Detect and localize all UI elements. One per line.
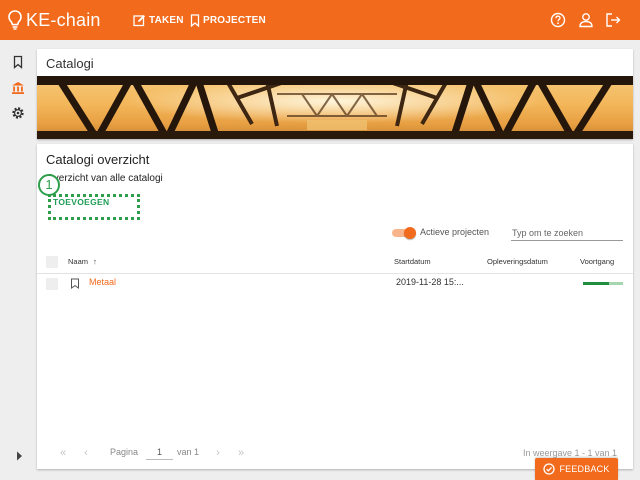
- page-label: Pagina: [110, 447, 139, 457]
- bookmark-icon: [190, 13, 200, 27]
- app-logo[interactable]: KE-chain: [8, 8, 101, 32]
- progress-bar-fill: [583, 282, 609, 285]
- toggle-knob: [404, 227, 416, 239]
- banner-title: Catalogi: [46, 56, 94, 71]
- pagination-summary: In weergave 1 - 1 van 1: [523, 448, 618, 458]
- catalog-start-date: 2019-11-28 15:...: [396, 277, 464, 287]
- top-bar: KE-chain TAKEN PROJECTEN: [0, 0, 640, 40]
- catalog-name-link[interactable]: Metaal: [89, 277, 116, 287]
- annotation-highlight: [48, 194, 140, 220]
- column-name-header[interactable]: Naam ↑: [68, 257, 97, 266]
- last-page-icon[interactable]: »: [235, 447, 247, 459]
- page-number-input[interactable]: [146, 444, 173, 460]
- progress-bar: [583, 282, 623, 285]
- search-input[interactable]: [511, 225, 623, 241]
- bookmark-icon[interactable]: [11, 55, 25, 69]
- bridge-illustration: [37, 76, 633, 139]
- active-projects-toggle[interactable]: [392, 227, 418, 239]
- previous-page-icon[interactable]: ‹: [80, 447, 92, 459]
- select-all-checkbox[interactable]: [46, 256, 58, 268]
- lightbulb-icon: [8, 10, 22, 30]
- settings-icon[interactable]: [11, 106, 25, 120]
- nav-projecten-label: PROJECTEN: [203, 14, 266, 26]
- overview-title: Catalogi overzicht: [46, 152, 150, 167]
- first-page-icon[interactable]: «: [57, 447, 69, 459]
- column-start-header: Startdatum: [394, 257, 431, 266]
- app-name: KE-chain: [26, 9, 101, 30]
- bookmark-icon[interactable]: [70, 278, 80, 289]
- user-icon[interactable]: [577, 11, 595, 29]
- help-icon[interactable]: [549, 11, 567, 29]
- feedback-icon: [543, 463, 556, 475]
- edit-icon: [133, 14, 145, 26]
- logout-icon[interactable]: [604, 11, 622, 29]
- feedback-label: FEEDBACK: [559, 464, 610, 474]
- active-projects-label: Actieve projecten: [420, 227, 490, 237]
- banner-image: [37, 76, 633, 139]
- column-progress-header: Voortgang: [580, 257, 615, 266]
- table-row: Metaal 2019-11-28 15:...: [37, 274, 633, 294]
- nav-taken-label: TAKEN: [149, 14, 184, 26]
- overview-card: Catalogi overzicht Overzicht van alle ca…: [37, 144, 633, 469]
- nav-projecten[interactable]: PROJECTEN: [190, 12, 266, 28]
- feedback-button[interactable]: FEEDBACK: [535, 458, 618, 480]
- overview-subtitle: Overzicht van alle catalogi: [46, 173, 163, 184]
- sort-ascending-icon: ↑: [93, 257, 97, 266]
- next-page-icon[interactable]: ›: [212, 447, 224, 459]
- column-name-label: Naam: [68, 257, 89, 266]
- expand-arrow-icon[interactable]: [14, 450, 24, 462]
- banner-card: Catalogi: [37, 49, 633, 139]
- row-checkbox[interactable]: [46, 278, 58, 290]
- annotation-number-badge: 1: [38, 174, 60, 196]
- column-delivery-header: Opleveringsdatum: [487, 257, 548, 266]
- catalog-icon[interactable]: [11, 81, 25, 95]
- nav-taken[interactable]: TAKEN: [133, 12, 184, 28]
- table-header: Naam ↑ Startdatum Opleveringsdatum Voort…: [37, 250, 633, 274]
- page-total-label: van 1: [177, 447, 200, 457]
